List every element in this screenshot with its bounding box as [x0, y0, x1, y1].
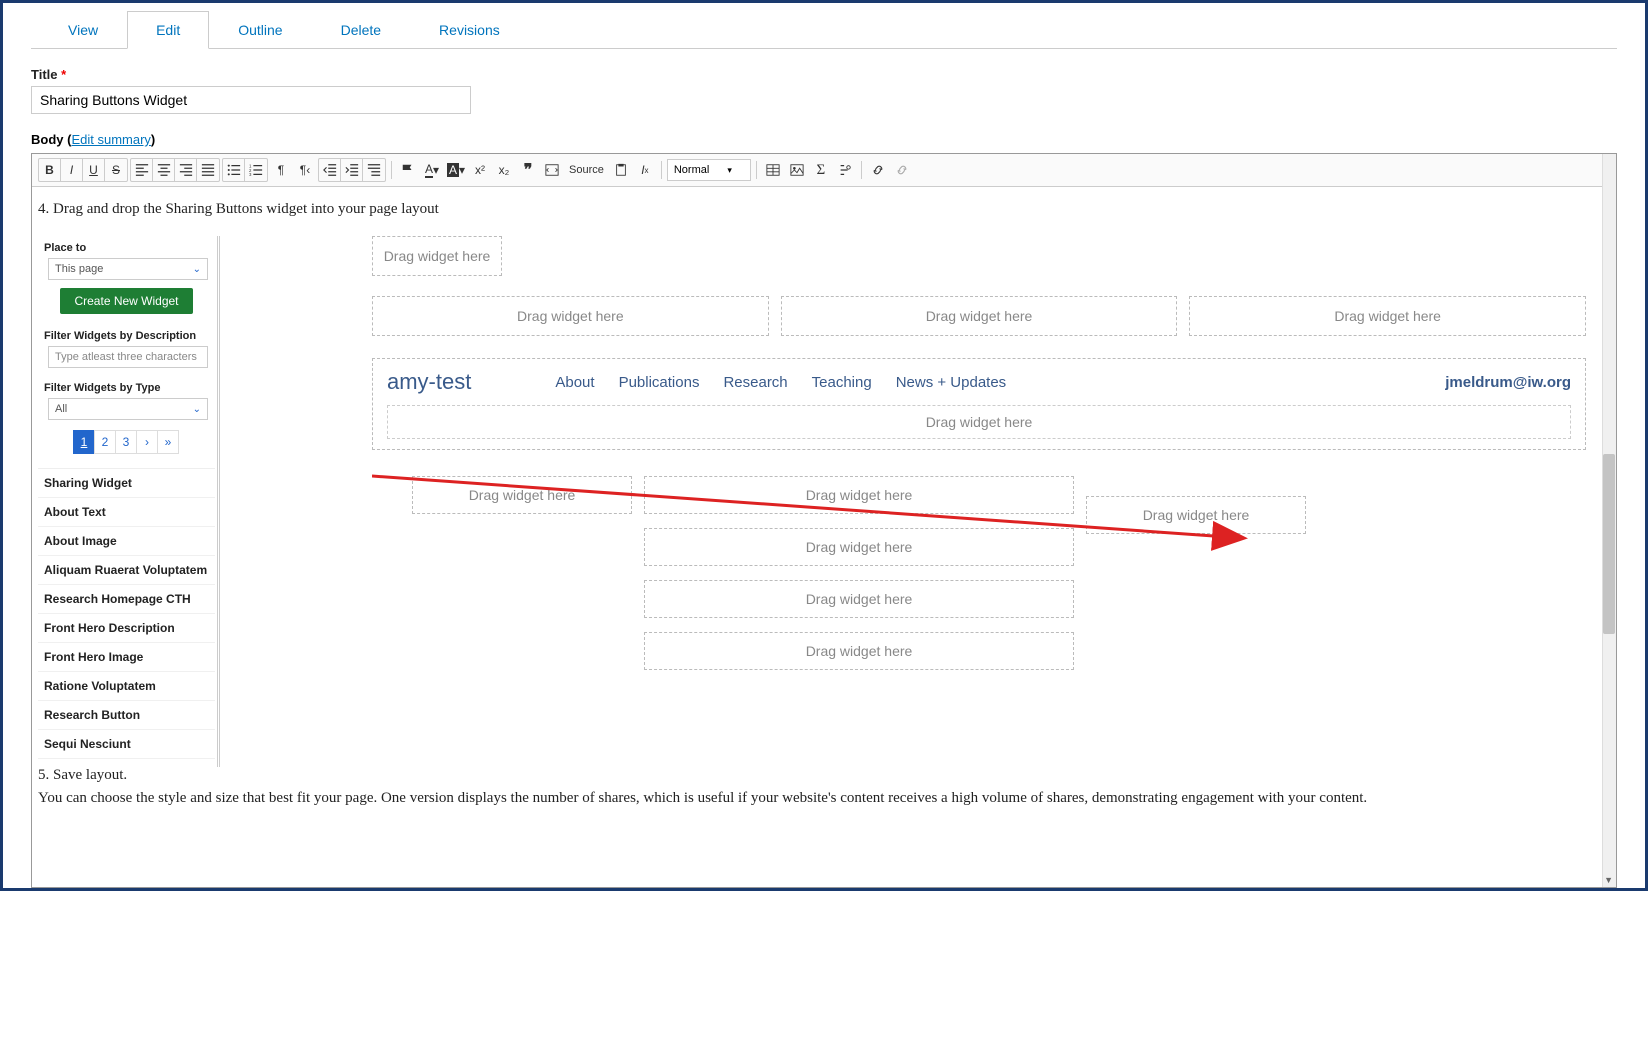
place-to-select[interactable]: This page⌄ — [48, 258, 208, 280]
page-last[interactable]: » — [157, 430, 179, 454]
filter-type-label: Filter Widgets by Type — [38, 376, 215, 396]
dropzone-row-1[interactable]: Drag widget here — [372, 296, 769, 336]
filter-type-select[interactable]: All⌄ — [48, 398, 208, 420]
table-icon[interactable] — [762, 159, 784, 181]
widget-sidebar: Place to This page⌄ Create New Widget Fi… — [38, 236, 220, 767]
page-next[interactable]: › — [136, 430, 158, 454]
editor-body[interactable]: 4. Drag and drop the Sharing Buttons wid… — [32, 187, 1616, 887]
nav-email[interactable]: jmeldrum@iw.org — [1445, 374, 1571, 391]
bg-color-icon[interactable]: A▾ — [445, 159, 467, 181]
align-right-icon[interactable] — [175, 159, 197, 181]
nav-teaching[interactable]: Teaching — [812, 374, 872, 391]
tab-revisions[interactable]: Revisions — [410, 11, 529, 48]
align-center-icon[interactable] — [153, 159, 175, 181]
paste-icon[interactable] — [610, 159, 632, 181]
widget-item-sequi[interactable]: Sequi Nesciunt — [38, 730, 215, 759]
tab-delete[interactable]: Delete — [312, 11, 410, 48]
image-icon[interactable] — [786, 159, 808, 181]
dropzone-stack-3[interactable]: Drag widget here — [644, 580, 1074, 618]
edit-summary-link[interactable]: Edit summary — [71, 132, 150, 147]
widget-item-about-image[interactable]: About Image — [38, 527, 215, 556]
widget-item-front-hero-desc[interactable]: Front Hero Description — [38, 614, 215, 643]
filter-desc-input[interactable]: Type atleast three characters — [48, 346, 208, 368]
align-justify-icon[interactable] — [197, 159, 219, 181]
remove-format-icon[interactable]: Ix — [634, 159, 656, 181]
outdent-icon[interactable] — [319, 159, 341, 181]
page-3[interactable]: 3 — [115, 430, 137, 454]
body-label: Body (Edit summary) — [31, 132, 1617, 147]
step-4-text: 4. Drag and drop the Sharing Buttons wid… — [38, 201, 1606, 218]
page-1[interactable]: 1 — [73, 430, 95, 454]
dropzone-lower-right[interactable]: Drag widget here — [1086, 496, 1306, 534]
title-label: Title * — [31, 67, 1617, 82]
nav-news[interactable]: News + Updates — [896, 374, 1006, 391]
quote-icon[interactable]: ❞ — [517, 159, 539, 181]
text-color-icon[interactable]: A▾ — [421, 159, 443, 181]
title-input[interactable] — [31, 86, 471, 114]
tab-outline[interactable]: Outline — [209, 11, 311, 48]
source-icon[interactable] — [541, 159, 563, 181]
subscript-icon[interactable]: x₂ — [493, 159, 515, 181]
filter-desc-label: Filter Widgets by Description — [38, 324, 215, 344]
editor-toolbar: B I U S 123 ¶ ¶‹ A▾ A▾ x² x₂ ❞ Source — [32, 154, 1616, 187]
underline-icon[interactable]: U — [83, 159, 105, 181]
widget-item-front-hero-img[interactable]: Front Hero Image — [38, 643, 215, 672]
paragraph-rtl-icon[interactable]: ¶‹ — [294, 159, 316, 181]
widget-item-research-homepage[interactable]: Research Homepage CTH — [38, 585, 215, 614]
bold-icon[interactable]: B — [39, 159, 61, 181]
paragraph-ltr-icon[interactable]: ¶ — [270, 159, 292, 181]
widget-item-aliquam[interactable]: Aliquam Ruaerat Voluptatem — [38, 556, 215, 585]
widget-item-research-btn[interactable]: Research Button — [38, 701, 215, 730]
blockquote-indent-icon[interactable] — [363, 159, 385, 181]
source-button[interactable]: Source — [565, 164, 608, 176]
navbar-dropzone[interactable]: Drag widget here — [387, 405, 1571, 439]
dropzone-row-2[interactable]: Drag widget here — [781, 296, 1178, 336]
tab-view[interactable]: View — [39, 11, 127, 48]
indent-icon[interactable] — [341, 159, 363, 181]
dropzone-stack-1[interactable]: Drag widget here — [644, 476, 1074, 514]
svg-text:3: 3 — [249, 172, 252, 177]
nav-publications[interactable]: Publications — [619, 374, 700, 391]
align-left-icon[interactable] — [131, 159, 153, 181]
strike-icon[interactable]: S — [105, 159, 127, 181]
numbered-list-icon[interactable]: 123 — [245, 159, 267, 181]
tab-edit[interactable]: Edit — [127, 11, 209, 49]
nav-about[interactable]: About — [555, 374, 594, 391]
dropzone-row-3[interactable]: Drag widget here — [1189, 296, 1586, 336]
step-5-text: 5. Save layout. — [38, 767, 1606, 784]
dropzone-stack-4[interactable]: Drag widget here — [644, 632, 1074, 670]
flag-icon[interactable] — [397, 159, 419, 181]
description-paragraph: You can choose the style and size that b… — [38, 788, 1606, 809]
navbar-brand: amy-test — [387, 369, 471, 395]
create-widget-button[interactable]: Create New Widget — [60, 288, 192, 314]
sigma-icon[interactable]: Σ — [810, 159, 832, 181]
nav-research[interactable]: Research — [723, 374, 787, 391]
scroll-down-icon[interactable]: ▼ — [1604, 875, 1613, 885]
navbar-widget[interactable]: amy-test About Publications Research Tea… — [372, 358, 1586, 450]
editor-scrollbar[interactable]: ▼ — [1602, 154, 1616, 887]
scrollbar-thumb[interactable] — [1603, 454, 1615, 634]
widget-item-about-text[interactable]: About Text — [38, 498, 215, 527]
link-icon[interactable] — [867, 159, 889, 181]
dropzone-stack-2[interactable]: Drag widget here — [644, 528, 1074, 566]
bullet-list-icon[interactable] — [223, 159, 245, 181]
special-char-icon[interactable] — [834, 159, 856, 181]
dropzone-lower-left[interactable]: Drag widget here — [412, 476, 632, 514]
format-select[interactable]: Normal▾ — [667, 159, 751, 181]
italic-icon[interactable]: I — [61, 159, 83, 181]
unlink-icon[interactable] — [891, 159, 913, 181]
superscript-icon[interactable]: x² — [469, 159, 491, 181]
widget-item-sharing[interactable]: Sharing Widget — [38, 469, 215, 498]
place-to-label: Place to — [38, 236, 215, 256]
page-2[interactable]: 2 — [94, 430, 116, 454]
tabs: View Edit Outline Delete Revisions — [31, 11, 1617, 49]
dropzone-top[interactable]: Drag widget here — [372, 236, 502, 276]
widget-item-ratione[interactable]: Ratione Voluptatem — [38, 672, 215, 701]
pagination: 1 2 3 › » — [38, 430, 215, 454]
